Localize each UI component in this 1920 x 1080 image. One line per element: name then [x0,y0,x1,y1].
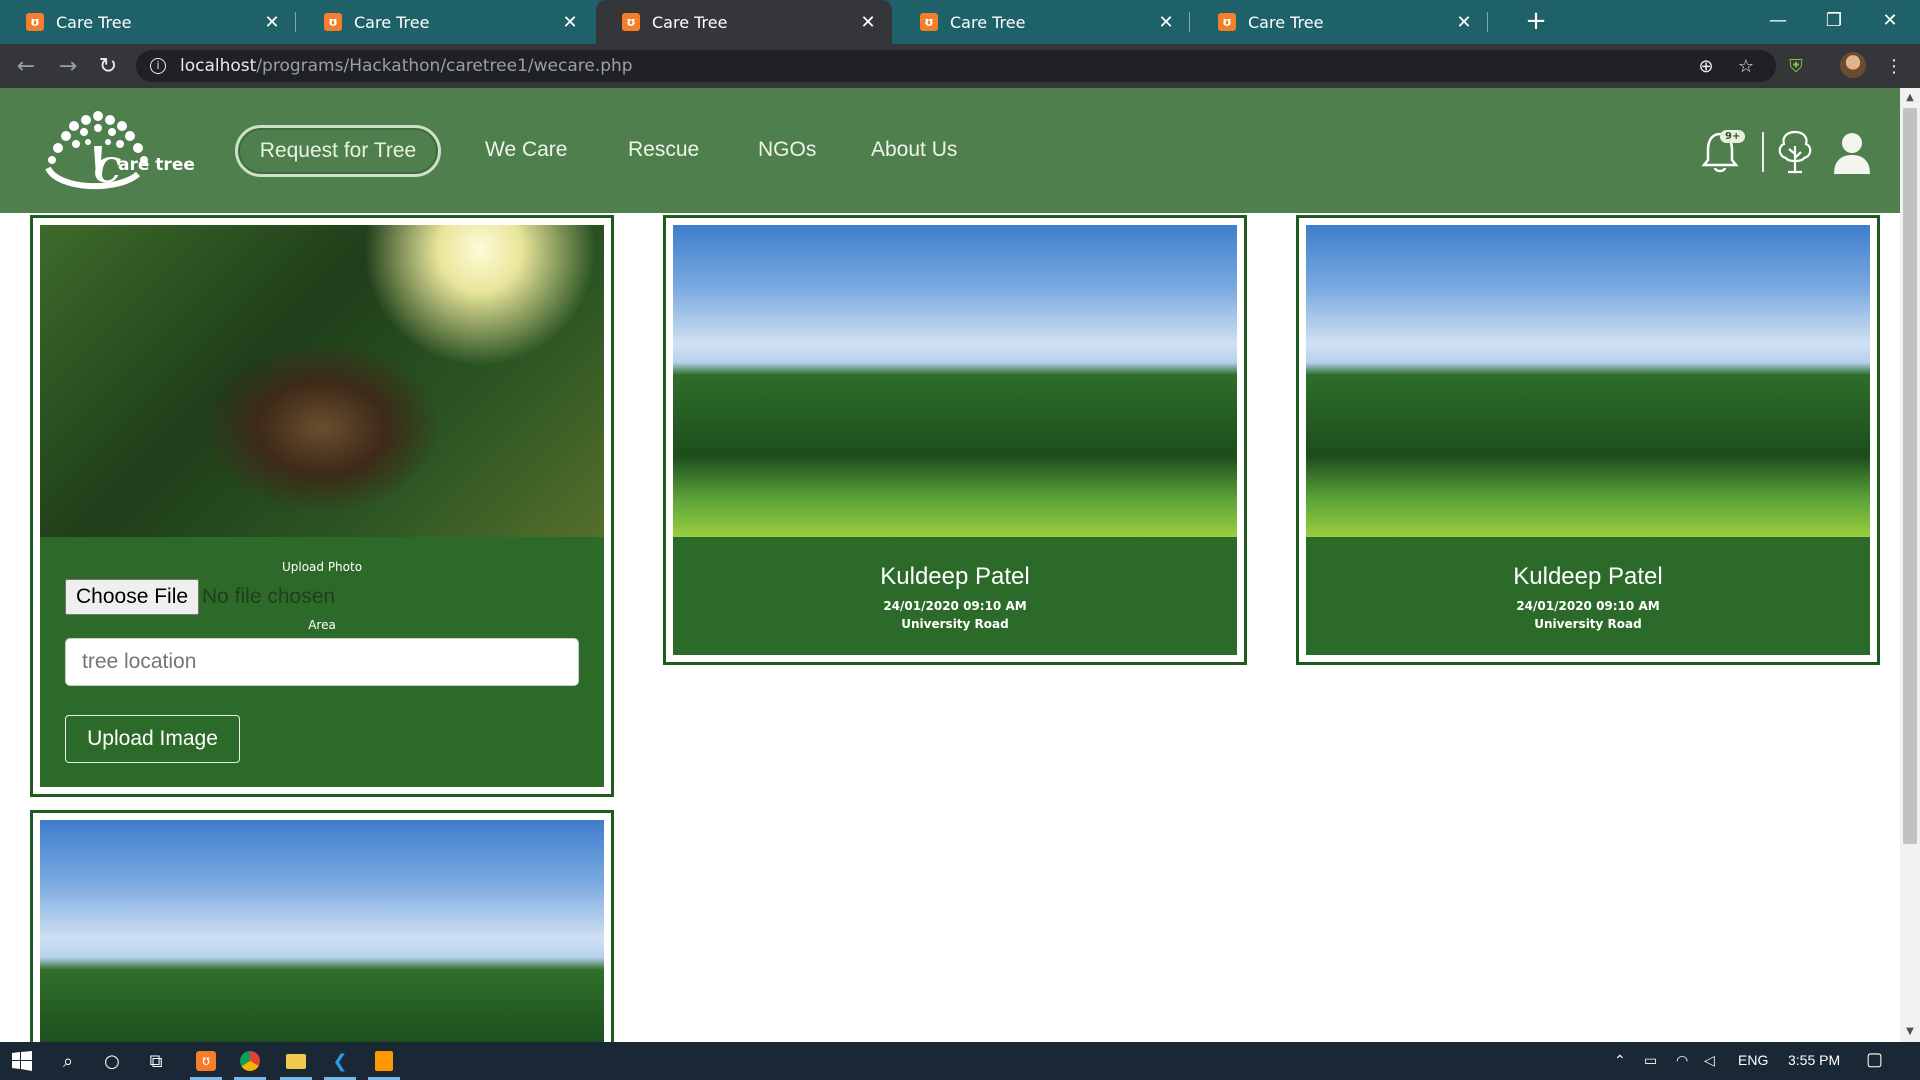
site-info-icon[interactable]: i [150,58,166,74]
tree-post-card[interactable]: Kuldeep Patel 24/01/2020 09:10 AM Univer… [663,215,1247,665]
upload-card-body: Upload Photo Choose File No file chosen … [40,225,604,787]
minimize-window-button[interactable]: — [1750,0,1806,40]
close-tab-icon[interactable]: ✕ [560,12,580,33]
xampp-icon: ʊ [26,13,44,31]
upload-card: Upload Photo Choose File No file chosen … [30,215,614,797]
battery-icon[interactable]: ▭ [1644,1052,1657,1069]
browser-menu-icon[interactable]: ⋮ [1882,54,1906,78]
post-datetime: 24/01/2020 09:10 AM [1516,599,1660,613]
area-label: Area [308,618,336,632]
tree-post-body [40,820,604,1052]
url-text: localhost/programs/Hackathon/caretree1/w… [180,56,633,76]
language-indicator[interactable]: ENG [1738,1052,1768,1068]
tab-title: Care Tree [950,12,1026,32]
address-bar[interactable]: i localhost/programs/Hackathon/caretree1… [136,50,1776,82]
browser-toolbar: ← → ↻ i localhost/programs/Hackathon/car… [0,44,1920,88]
header-divider [1762,132,1764,172]
url-host: localhost [180,56,257,76]
new-tab-button[interactable]: + [1520,6,1552,38]
upload-photo-label: Upload Photo [281,560,363,574]
tree-outline-icon[interactable] [1776,128,1814,176]
nav-link-about-us[interactable]: About Us [871,138,957,162]
browser-tab-strip: ʊ Care Tree ✕ ʊ Care Tree ✕ ʊ Care Tree … [0,0,1920,44]
back-button[interactable]: ← [10,50,42,82]
scrollbar-thumb[interactable] [1903,108,1917,844]
close-tab-icon[interactable]: ✕ [262,12,282,33]
vscode-icon[interactable]: ❮ [318,1042,362,1080]
url-path: /programs/Hackathon/caretree1/wecare.php [256,56,633,76]
windows-taskbar: ⌕ ○ ⧉ ʊ ❮ ⌃ ▭ ◠ ◁ ENG 3:55 PM ▢ [0,1042,1920,1080]
choose-file-button[interactable]: Choose File [65,579,200,615]
forest-image [1306,225,1870,537]
tab-separator [1189,12,1190,32]
post-location: University Road [901,617,1009,631]
post-author-name: Kuldeep Patel [880,563,1030,590]
post-datetime: 24/01/2020 09:10 AM [883,599,1027,613]
volume-icon[interactable]: ◁ [1704,1052,1715,1069]
nav-link-we-care[interactable]: We Care [485,138,567,162]
show-hidden-icons-chevron-icon[interactable]: ⌃ [1614,1052,1626,1069]
close-tab-icon[interactable]: ✕ [858,12,878,33]
close-tab-icon[interactable]: ✕ [1454,12,1474,33]
forest-image [673,225,1237,537]
tree-post-body: Kuldeep Patel 24/01/2020 09:10 AM Univer… [673,225,1237,655]
xampp-icon: ʊ [622,13,640,31]
browser-tab[interactable]: ʊ Care Tree ✕ [0,0,296,44]
scroll-down-arrow[interactable]: ▼ [1900,1026,1920,1042]
scroll-up-arrow[interactable]: ▲ [1900,92,1920,108]
tab-title: Care Tree [1248,12,1324,32]
clock-time[interactable]: 3:55 PM [1788,1052,1840,1068]
post-location: University Road [1534,617,1642,631]
cortana-icon[interactable]: ○ [90,1042,134,1080]
user-profile-icon[interactable] [1832,130,1872,176]
xampp-taskbar-icon[interactable]: ʊ [184,1042,228,1080]
location-target-icon[interactable]: ⊕ [1694,54,1718,78]
tree-post-body: Kuldeep Patel 24/01/2020 09:10 AM Univer… [1306,225,1870,655]
tree-post-card[interactable]: Kuldeep Patel 24/01/2020 09:10 AM Univer… [1296,215,1880,665]
seedling-in-hands-image [40,225,604,537]
action-center-icon[interactable]: ▢ [1866,1049,1883,1070]
bookmark-star-icon[interactable]: ☆ [1734,54,1758,78]
browser-tab[interactable]: ʊ Care Tree ✕ [1192,0,1488,44]
browser-tab[interactable]: ʊ Care Tree ✕ [894,0,1190,44]
sublime-text-icon[interactable] [362,1042,406,1080]
tab-title: Care Tree [652,12,728,32]
site-header: C are tree Request for Tree We Care Resc… [0,88,1900,213]
profile-avatar[interactable] [1840,52,1866,78]
extension-shield-icon[interactable]: ⛨ [1784,54,1808,78]
nav-link-ngos[interactable]: NGOs [758,138,816,162]
tab-title: Care Tree [56,12,132,32]
xampp-icon: ʊ [1218,13,1236,31]
request-for-tree-button[interactable]: Request for Tree [235,125,441,177]
forward-button[interactable]: → [52,50,84,82]
close-tab-icon[interactable]: ✕ [1156,12,1176,33]
browser-tab[interactable]: ʊ Care Tree ✕ [298,0,594,44]
wifi-icon[interactable]: ◠ [1676,1052,1688,1069]
tab-separator [295,12,296,32]
tab-title: Care Tree [354,12,430,32]
notification-badge: 9+ [1720,130,1746,143]
logo-c: C [94,151,121,191]
care-tree-logo[interactable]: C are tree [28,106,224,194]
post-author-name: Kuldeep Patel [1513,563,1663,590]
browser-tab-active[interactable]: ʊ Care Tree ✕ [596,0,892,44]
task-view-icon[interactable]: ⧉ [134,1042,178,1080]
forest-image [40,820,604,1052]
restore-window-button[interactable]: ❐ [1806,0,1862,40]
logo-text: are tree [118,155,195,175]
chrome-taskbar-icon[interactable] [228,1042,272,1080]
upload-image-button[interactable]: Upload Image [65,715,240,763]
tree-location-input[interactable] [65,638,579,686]
xampp-icon: ʊ [920,13,938,31]
file-explorer-icon[interactable] [274,1042,318,1080]
close-window-button[interactable]: ✕ [1862,0,1918,40]
reload-button[interactable]: ↻ [92,50,124,82]
search-icon[interactable]: ⌕ [46,1042,90,1080]
tab-separator [1487,12,1488,32]
file-status-text: No file chosen [202,585,336,608]
nav-link-rescue[interactable]: Rescue [628,138,699,162]
tree-post-card[interactable] [30,810,614,1052]
xampp-icon: ʊ [324,13,342,31]
windows-start-icon[interactable] [0,1042,44,1080]
